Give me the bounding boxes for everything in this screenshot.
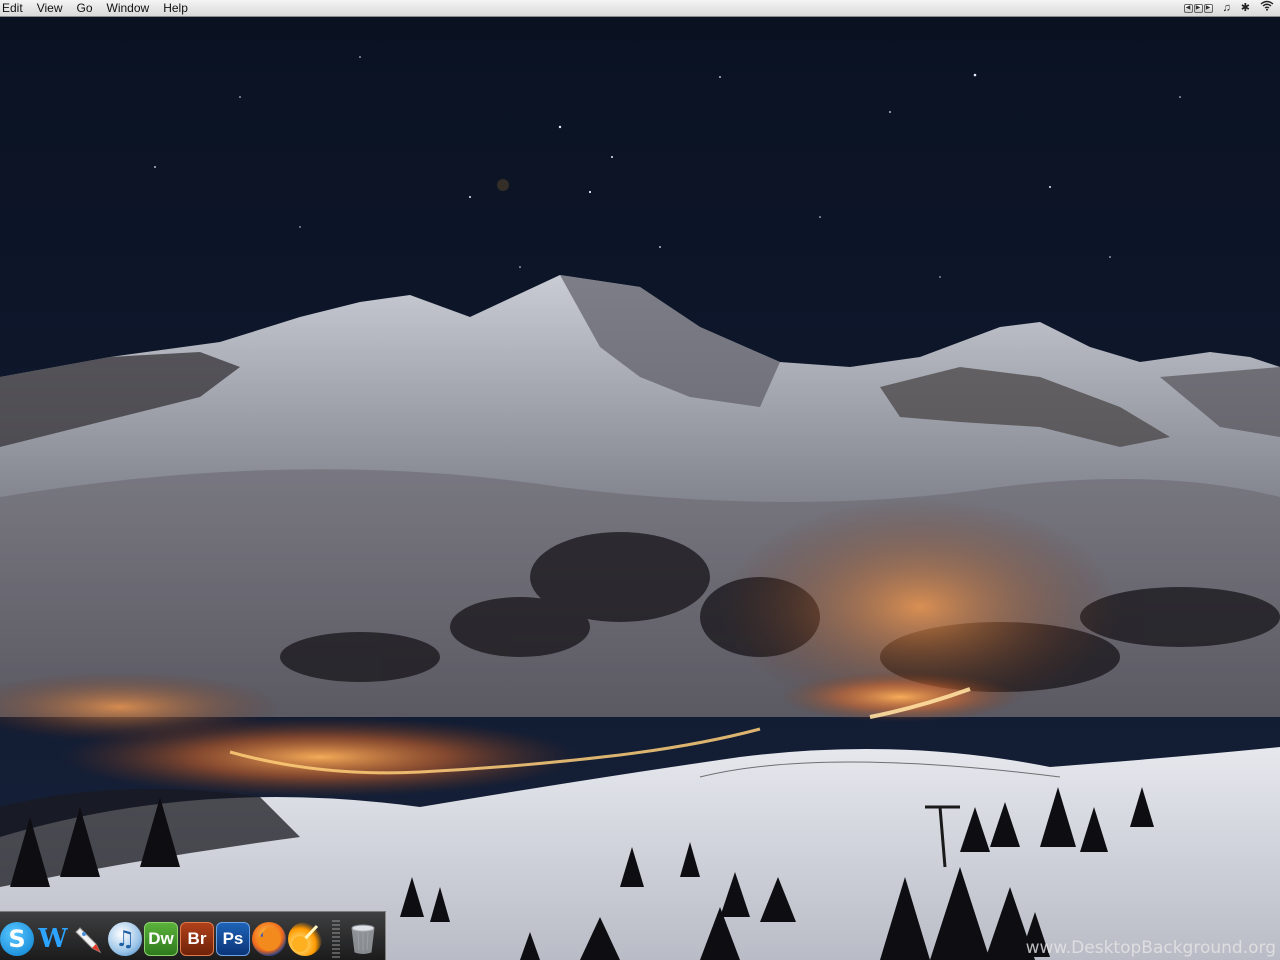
- photoshop-icon: Ps: [222, 929, 244, 948]
- menu-items: Edit View Go Window Help: [0, 0, 195, 16]
- rocket-icon: [75, 927, 102, 954]
- dock-trash[interactable]: [346, 922, 380, 956]
- bridge-icon: Br: [187, 929, 207, 948]
- menu-go[interactable]: Go: [69, 0, 99, 17]
- wifi-icon[interactable]: [1260, 0, 1274, 17]
- trash-icon: [351, 924, 375, 954]
- dock-app-firefox[interactable]: [252, 922, 286, 956]
- wiki-icon: W: [38, 924, 68, 954]
- skype-icon: S: [8, 925, 26, 953]
- play-icon[interactable]: ▶: [1193, 3, 1203, 13]
- dock-app-comet[interactable]: [288, 922, 322, 956]
- previous-track-icon[interactable]: ◀: [1183, 3, 1193, 13]
- dock-separator: [332, 920, 340, 958]
- bluetooth-icon[interactable]: ✱: [1241, 0, 1250, 17]
- wallpaper-image: [0, 17, 1280, 960]
- menu-status-area: ◀ ▶ ▶ ♫ ✱: [1183, 0, 1280, 17]
- itunes-icon: ♫: [115, 926, 135, 952]
- dock-app-itunes[interactable]: ♫: [108, 922, 142, 956]
- dock-app-photoshop[interactable]: Ps: [216, 922, 250, 956]
- menu-help[interactable]: Help: [156, 0, 195, 17]
- dock-app-wiki[interactable]: W: [36, 922, 70, 956]
- desktop-wallpaper: [0, 17, 1280, 960]
- menu-window[interactable]: Window: [100, 0, 157, 17]
- dock-app-skype[interactable]: S: [0, 922, 34, 956]
- comet-icon: [292, 924, 319, 952]
- menu-bar: Edit View Go Window Help ◀ ▶ ▶ ♫ ✱: [0, 0, 1280, 17]
- dock-app-bridge[interactable]: Br: [180, 922, 214, 956]
- next-track-icon[interactable]: ▶: [1203, 3, 1213, 13]
- dock-app-dreamweaver[interactable]: Dw: [144, 922, 178, 956]
- dreamweaver-icon: Dw: [148, 929, 174, 948]
- dock: S W ♫ Dw Br Ps: [0, 911, 386, 960]
- firefox-icon: [257, 927, 281, 951]
- dock-app-rocket[interactable]: [72, 922, 106, 956]
- music-note-icon[interactable]: ♫: [1223, 0, 1231, 17]
- media-controls-icon[interactable]: ◀ ▶ ▶: [1183, 3, 1213, 13]
- watermark: www.DesktopBackground.org: [1025, 938, 1276, 958]
- menu-view[interactable]: View: [30, 0, 70, 17]
- menu-edit[interactable]: Edit: [0, 0, 30, 17]
